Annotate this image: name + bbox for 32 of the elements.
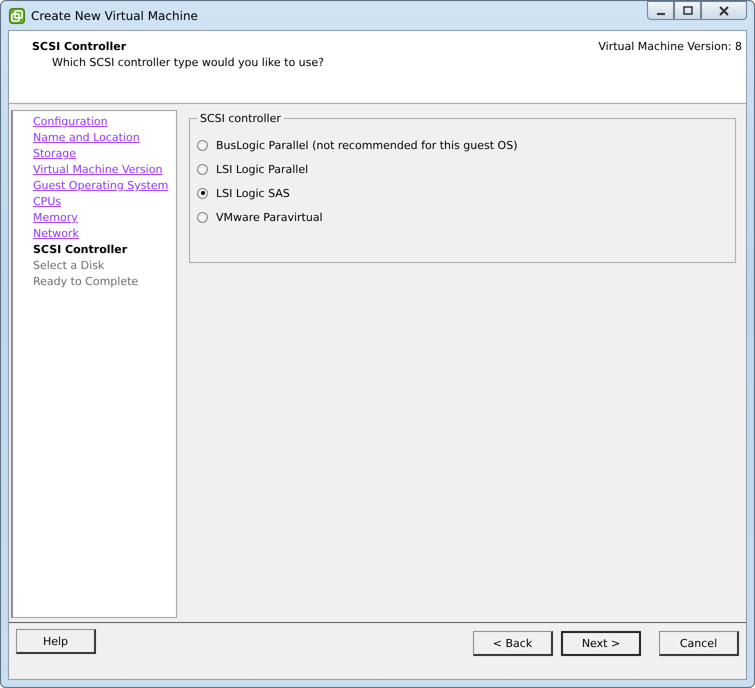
step-link[interactable]: Configuration [33, 114, 176, 130]
radio-button[interactable] [197, 212, 208, 222]
step-link[interactable]: Memory [33, 210, 176, 226]
next-button[interactable]: Next > [561, 631, 641, 656]
page-subtitle: Which SCSI controller type would you like to use? [52, 56, 324, 69]
radio-option[interactable]: VMware Paravirtual [197, 209, 735, 225]
radio-button[interactable] [197, 140, 208, 150]
step-link[interactable]: Storage [33, 146, 176, 162]
help-button[interactable]: Help [16, 629, 96, 654]
close-icon [718, 6, 730, 16]
step-link[interactable]: Network [33, 226, 176, 242]
radio-option[interactable]: BusLogic Parallel (not recommended for this guest OS) [197, 137, 735, 153]
radio-option[interactable]: LSI Logic Parallel [197, 161, 735, 177]
maximize-icon [682, 6, 692, 16]
minimize-icon [656, 12, 664, 14]
radio-button[interactable] [197, 188, 208, 198]
app-icon [9, 8, 25, 24]
group-title: SCSI controller [197, 112, 284, 125]
version-label: Virtual Machine Version: 8 [598, 40, 742, 53]
step-link[interactable]: CPUs [33, 194, 176, 210]
close-button[interactable] [701, 1, 747, 20]
radio-option[interactable]: LSI Logic SAS [197, 185, 735, 201]
maximize-button[interactable] [674, 1, 701, 20]
step-link[interactable]: Virtual Machine Version [33, 162, 176, 178]
cancel-button[interactable]: Cancel [659, 631, 739, 656]
back-button[interactable]: < Back [473, 631, 553, 656]
page-title: SCSI Controller [32, 40, 128, 53]
step-link[interactable]: Guest Operating System [33, 178, 176, 194]
step-link[interactable]: Name and Location [33, 130, 176, 146]
window-title: Create New Virtual Machine [31, 8, 198, 22]
radio-button[interactable] [197, 164, 208, 174]
minimize-button[interactable] [647, 1, 674, 20]
